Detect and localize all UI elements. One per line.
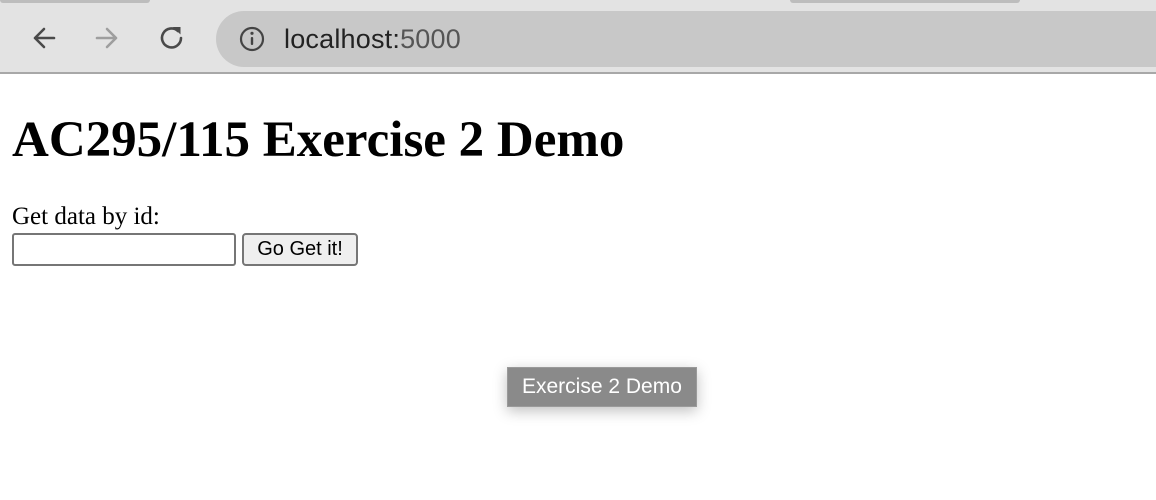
id-input[interactable] bbox=[12, 233, 236, 266]
address-bar[interactable]: localhost:5000 bbox=[216, 11, 1156, 67]
arrow-left-icon bbox=[33, 27, 56, 49]
tab-edge[interactable] bbox=[0, 0, 150, 3]
info-icon[interactable] bbox=[238, 25, 266, 53]
browser-toolbar: localhost:5000 bbox=[0, 0, 1156, 74]
tab-edge[interactable] bbox=[790, 0, 1020, 3]
arrow-right-icon bbox=[95, 27, 118, 49]
go-get-it-button[interactable]: Go Get it! bbox=[242, 233, 358, 266]
url-text[interactable]: localhost:5000 bbox=[284, 22, 461, 56]
forward-button[interactable] bbox=[89, 20, 125, 56]
url-host: localhost: bbox=[284, 24, 401, 54]
reload-icon bbox=[160, 27, 183, 49]
reload-button[interactable] bbox=[154, 20, 190, 56]
back-button[interactable] bbox=[26, 20, 62, 56]
tab-strip bbox=[0, 0, 1156, 4]
page-title: AC295/115 Exercise 2 Demo bbox=[12, 112, 625, 168]
url-port: 5000 bbox=[400, 24, 461, 54]
id-field-label: Get data by id: bbox=[12, 203, 160, 230]
title-tooltip: Exercise 2 Demo bbox=[507, 367, 697, 407]
